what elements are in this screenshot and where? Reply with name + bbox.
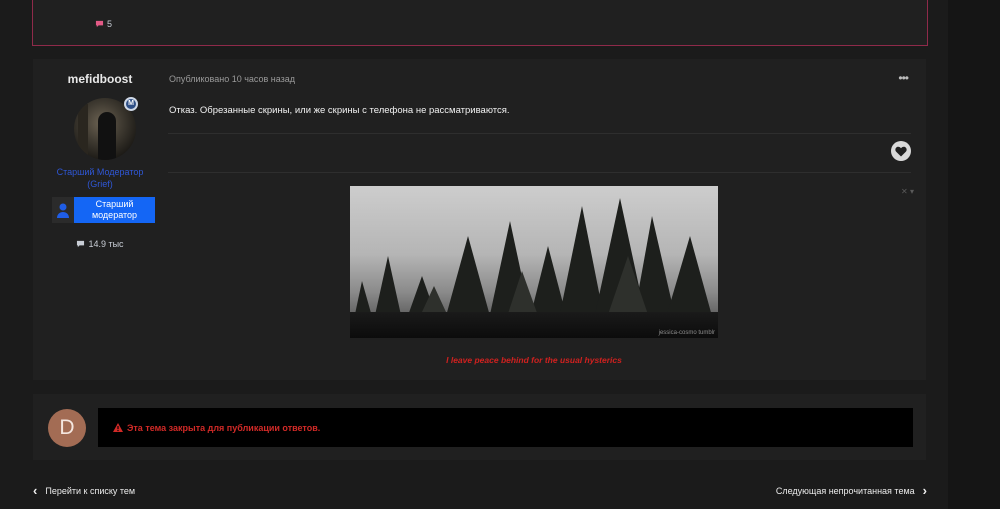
back-to-topics-label: Перейти к списку тем (45, 486, 136, 496)
author-role: Старший Модератор (Grief) (33, 166, 167, 190)
avatar-figure (98, 112, 116, 160)
chevron-right-icon: › (922, 483, 927, 498)
topic-locked-notice: Эта тема закрыта для публикации ответов. (98, 408, 913, 447)
author-post-count: 14.9 тыс (33, 239, 167, 249)
reputation-count: 5 (107, 19, 113, 29)
signature-image: jessica-cosmo tumblr (350, 186, 718, 338)
post-author-panel: mefidboost M Старший Модератор (Grief) С… (33, 59, 167, 380)
post-body: Отказ. Обрезанные скрины, или же скрины … (169, 105, 510, 116)
back-to-topics-link[interactable]: ‹ Перейти к списку тем (33, 483, 136, 498)
post-timestamp[interactable]: Опубликовано 10 часов назад (169, 74, 295, 84)
heart-icon (895, 146, 907, 156)
next-unread-topic-link[interactable]: Следующая непрочитанная тема › (775, 483, 927, 498)
next-unread-topic-label: Следующая непрочитанная тема (775, 486, 915, 496)
locked-message: Эта тема закрыта для публикации ответов. (127, 422, 321, 433)
post: mefidboost M Старший Модератор (Grief) С… (33, 59, 926, 380)
more-options-icon[interactable]: ••• (898, 72, 909, 84)
signature-caption: I leave peace behind for the usual hyste… (446, 355, 622, 365)
moderator-badge-icon: M (124, 97, 138, 111)
divider (168, 172, 911, 173)
group-badge: Старший модератор (52, 197, 155, 223)
signature-close-icon[interactable]: ✕ ▾ (901, 187, 914, 196)
right-strip (948, 0, 1000, 509)
avatar-tree (78, 104, 88, 160)
topic-page: 5 mefidboost M Старший Модератор (Grief) (0, 0, 1000, 509)
previous-post-reputation: 5 (95, 19, 112, 29)
group-label-line1: Старший (95, 199, 134, 209)
speech-bubble-icon (95, 20, 104, 28)
user-icon (57, 203, 69, 218)
author-role-sub: (Grief) (87, 179, 113, 189)
group-label: Старший модератор (74, 197, 155, 223)
reply-area: D Эта тема закрыта для публикации ответо… (33, 394, 926, 460)
author-role-title: Старший Модератор (56, 167, 144, 177)
divider (168, 133, 911, 134)
author-name[interactable]: mefidboost (33, 72, 167, 86)
chevron-left-icon: ‹ (33, 483, 38, 498)
post-count-value: 14.9 тыс (88, 239, 124, 249)
post-content: Опубликовано 10 часов назад ••• Отказ. О… (168, 59, 926, 380)
current-user-avatar: D (48, 409, 86, 447)
warning-triangle-icon (113, 423, 123, 432)
previous-post: 5 (32, 0, 928, 46)
group-label-line2: модератор (91, 210, 138, 220)
like-button[interactable] (891, 141, 911, 161)
speech-bubble-icon (77, 240, 85, 248)
group-icon-cell (52, 197, 74, 223)
image-watermark: jessica-cosmo tumblr (658, 330, 715, 336)
